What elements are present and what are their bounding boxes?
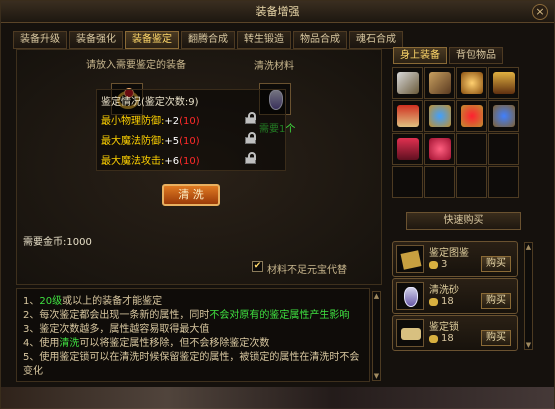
shop-item-name: 清洗砂 bbox=[429, 285, 459, 296]
attr-value: +5 bbox=[164, 136, 180, 147]
attr-value: +6 bbox=[164, 156, 180, 167]
sword-icon bbox=[397, 72, 419, 94]
coin-icon bbox=[429, 298, 438, 306]
empty-cell[interactable] bbox=[424, 166, 455, 198]
empty-cell[interactable] bbox=[392, 166, 423, 198]
shop-item-price: 18 bbox=[441, 333, 454, 344]
tip-line: 2、每次鉴定都会出现一条新的属性，同时不会对原有的鉴定属性产生影响 bbox=[23, 310, 350, 321]
lock-toggle-icon[interactable] bbox=[243, 132, 259, 144]
equip-prompt: 请放入需要鉴定的装备 bbox=[86, 60, 186, 71]
equip-cell[interactable] bbox=[424, 133, 455, 165]
lock-toggle-icon[interactable] bbox=[243, 112, 259, 124]
helmet-icon bbox=[461, 72, 483, 94]
shop-item-price: 18 bbox=[441, 296, 454, 307]
shop-item: 清洗砂 18 购买 bbox=[392, 278, 518, 314]
shop-item: 鉴定图鉴 3 购买 bbox=[392, 241, 518, 277]
tab-rebirth-forge[interactable]: 转生锻造 bbox=[237, 31, 291, 49]
empty-cell[interactable] bbox=[488, 133, 519, 165]
tab-fanteng-synth[interactable]: 翻腾合成 bbox=[181, 31, 235, 49]
close-button[interactable]: × bbox=[532, 4, 548, 20]
ring-icon bbox=[461, 105, 483, 127]
empty-cell[interactable] bbox=[456, 166, 487, 198]
coin-icon bbox=[429, 335, 438, 343]
tip-line: 5、使用鉴定锁可以在清洗时候保留鉴定的属性，被锁定的属性在清洗时不会 bbox=[23, 352, 360, 363]
tips-panel: 1、20级或以上的装备才能鉴定 2、每次鉴定都会出现一条新的属性，同时不会对原有… bbox=[16, 288, 370, 382]
tip-line: 变化 bbox=[23, 366, 43, 377]
equip-cell[interactable] bbox=[424, 100, 455, 132]
background-floor bbox=[1, 387, 554, 409]
tip-line: 4、使用清洗可以将鉴定属性移除，但不会移除鉴定次数 bbox=[23, 338, 270, 349]
tip-line: 3、鉴定次数越多，属性越容易取得最大值 bbox=[23, 324, 210, 335]
equip-cell[interactable] bbox=[392, 133, 423, 165]
buy-button[interactable]: 购买 bbox=[481, 256, 511, 272]
tab-item-synth[interactable]: 物品合成 bbox=[293, 31, 347, 49]
info-title: 鉴定情况(鉴定次数:9) bbox=[101, 97, 199, 108]
attr-row: 最大魔法攻击:+6(10) bbox=[101, 152, 200, 167]
equip-cell[interactable] bbox=[424, 67, 455, 99]
shop-item: 鉴定锁 18 购买 bbox=[392, 315, 518, 351]
boots-icon bbox=[397, 138, 419, 160]
attr-name: 最大魔法防御: bbox=[101, 136, 165, 147]
coin-icon bbox=[429, 261, 438, 269]
shop-scrollbar[interactable]: ▲ ▼ bbox=[524, 242, 533, 350]
buy-button[interactable]: 购买 bbox=[481, 293, 511, 309]
buy-button[interactable]: 购买 bbox=[481, 330, 511, 346]
lock-toggle-icon[interactable] bbox=[243, 152, 259, 164]
quick-buy-button[interactable]: 快速购买 bbox=[406, 212, 521, 230]
empty-cell[interactable] bbox=[488, 166, 519, 198]
tips-scrollbar[interactable]: ▲ ▼ bbox=[372, 291, 381, 381]
main-tabs: 装备升级 装备强化 装备鉴定 翻腾合成 转生锻造 物品合成 魂石合成 bbox=[13, 31, 405, 49]
scroll-icon bbox=[396, 319, 424, 347]
window-title: 装备增强 bbox=[1, 1, 554, 23]
equip-cell[interactable] bbox=[456, 100, 487, 132]
equip-cell[interactable] bbox=[392, 100, 423, 132]
equip-cell[interactable] bbox=[488, 67, 519, 99]
attr-row: 最大魔法防御:+5(10) bbox=[101, 132, 200, 147]
tab-identify[interactable]: 装备鉴定 bbox=[125, 31, 179, 49]
gold-required: 需要金币:1000 bbox=[23, 237, 92, 248]
auto-yuanbao-label: 材料不足元宝代替 bbox=[267, 265, 347, 276]
tip-line: 1、20级或以上的装备才能鉴定 bbox=[23, 296, 163, 307]
auto-yuanbao-checkbox[interactable]: ✔ bbox=[252, 261, 263, 272]
tab-bag[interactable]: 背包物品 bbox=[449, 47, 503, 64]
tab-strengthen[interactable]: 装备强化 bbox=[69, 31, 123, 49]
wash-button[interactable]: 清 洗 bbox=[162, 184, 220, 206]
material-label: 清洗材料 bbox=[254, 61, 294, 72]
potion-icon bbox=[396, 282, 424, 310]
identify-info-box: 鉴定情况(鉴定次数:9) 最小物理防御:+2(10) 最大魔法防御:+5(10)… bbox=[96, 89, 286, 171]
shop-item-price: 3 bbox=[441, 259, 448, 270]
equipment-enhance-window: 装备增强 × 装备升级 装备强化 装备鉴定 翻腾合成 转生锻造 物品合成 魂石合… bbox=[0, 0, 555, 409]
hammer-icon bbox=[429, 72, 451, 94]
attr-max: (10) bbox=[179, 156, 200, 167]
equip-cell[interactable] bbox=[392, 67, 423, 99]
attr-row: 最小物理防御:+2(10) bbox=[101, 112, 200, 127]
empty-cell[interactable] bbox=[456, 133, 487, 165]
attr-name: 最小物理防御: bbox=[101, 116, 165, 127]
scroll-book-icon bbox=[396, 245, 424, 273]
attr-max: (10) bbox=[179, 116, 200, 127]
equipment-grid bbox=[392, 67, 520, 201]
belt-icon bbox=[493, 105, 515, 127]
shop-item-name: 鉴定图鉴 bbox=[429, 248, 469, 259]
tab-upgrade[interactable]: 装备升级 bbox=[13, 31, 67, 49]
attr-value: +2 bbox=[164, 116, 180, 127]
tab-equipped[interactable]: 身上装备 bbox=[393, 47, 447, 64]
bracelet-icon bbox=[429, 105, 451, 127]
equip-cell[interactable] bbox=[488, 100, 519, 132]
book-icon bbox=[397, 105, 419, 127]
attr-max: (10) bbox=[179, 136, 200, 147]
shop-item-name: 鉴定锁 bbox=[429, 322, 459, 333]
attr-name: 最大魔法攻击: bbox=[101, 156, 165, 167]
armor-icon bbox=[493, 72, 515, 94]
right-tabs: 身上装备 背包物品 bbox=[393, 47, 505, 64]
equip-cell[interactable] bbox=[456, 67, 487, 99]
gem-icon bbox=[429, 138, 451, 160]
